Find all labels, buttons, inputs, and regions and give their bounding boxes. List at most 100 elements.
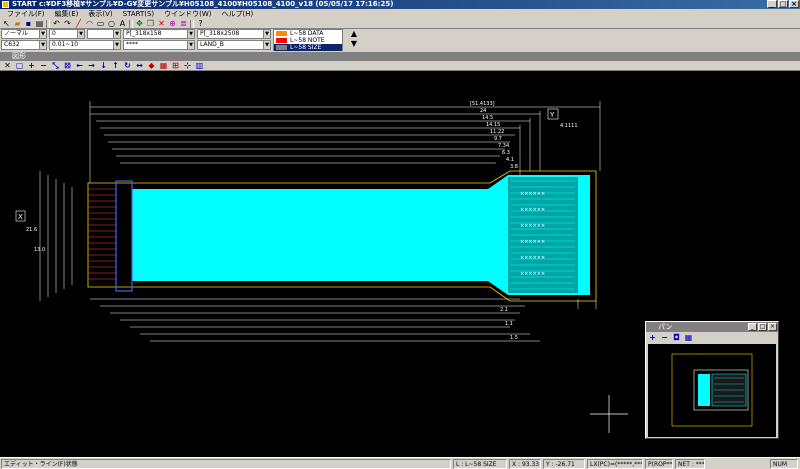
- maximize-button[interactable]: □: [778, 0, 788, 8]
- pan-grid-icon[interactable]: ▦: [684, 333, 693, 342]
- circle-icon[interactable]: ○: [107, 19, 116, 28]
- pan-zoom-out-icon[interactable]: −: [660, 333, 669, 342]
- pan-right-icon[interactable]: →: [87, 61, 96, 70]
- status-layer: L : L~58 SIZE: [453, 459, 507, 469]
- draw-toolbar: ✕ ▢ + − ⤡ ⊠ ← → ↓ ↑ ↻ ↔ ◆ ▦ ⊞ ⊹ ▥: [0, 61, 800, 71]
- dim-text: 4.1111: [560, 123, 578, 129]
- pan-window[interactable]: パン _ □ × + − ◘ ▦: [645, 321, 779, 439]
- pan-left-icon[interactable]: ←: [75, 61, 84, 70]
- scroll-down-icon[interactable]: ▼: [350, 39, 359, 48]
- undo-icon[interactable]: ↶: [52, 19, 61, 28]
- help-icon[interactable]: ?: [196, 19, 205, 28]
- menu-window[interactable]: ウインドウ(W): [159, 9, 216, 19]
- crosshair-cursor: [590, 395, 628, 433]
- pad-a-select[interactable]: P[_318x158 ▼: [123, 29, 195, 39]
- redraw-icon[interactable]: ↻: [123, 61, 132, 70]
- side-label-y: Y: [549, 111, 555, 119]
- pattern-select[interactable]: **** ▼: [123, 40, 195, 50]
- pan-up-icon[interactable]: ↑: [111, 61, 120, 70]
- measure-icon[interactable]: ↔: [135, 61, 144, 70]
- text-icon[interactable]: A: [118, 19, 127, 28]
- dim-text: 6.3: [502, 150, 510, 156]
- status-bar: エディット・ライン(F)状態 L : L~58 SIZE X : 93.33 Y…: [0, 457, 800, 469]
- dim-text: 21.6: [26, 227, 37, 233]
- pan-maximize-button[interactable]: □: [758, 323, 767, 331]
- left-pins: [88, 188, 116, 280]
- main-toolbar: ↖ ▰ ▪ ▤ ↶ ↷ ╱ ◠ ▭ ○ A ✥ ❐ ✕ ⊕ ≣ ?: [0, 19, 800, 29]
- rect-icon[interactable]: ▭: [96, 19, 105, 28]
- arc-icon[interactable]: ◠: [85, 19, 94, 28]
- left-connector: [115, 180, 133, 292]
- menu-start[interactable]: START(S): [118, 9, 160, 19]
- status-x: X : 93.33: [509, 459, 541, 469]
- pan-toolbar: + − ◘ ▦: [646, 332, 778, 342]
- open-icon[interactable]: ▰: [13, 19, 22, 28]
- pointer-icon[interactable]: ↖: [2, 19, 11, 28]
- zoom-in-icon[interactable]: +: [27, 61, 36, 70]
- svg-text:××××××: ××××××: [520, 255, 545, 261]
- zoom-window-icon[interactable]: ⤡: [51, 61, 60, 70]
- minimize-button[interactable]: _: [767, 0, 777, 8]
- dim-text: 14.15: [486, 122, 500, 128]
- layer-view-icon[interactable]: ▥: [195, 61, 204, 70]
- property-bar: ノーマル ▼ 0 ▼ ▼ P[_318x158 ▼ P[_318x2508 ▼ C632…: [0, 29, 800, 52]
- move-icon[interactable]: ✥: [135, 19, 144, 28]
- layer-list[interactable]: L~58 DATA L~58 NOTE L~58 SIZE: [273, 29, 343, 51]
- close-button[interactable]: ×: [789, 0, 799, 8]
- dim-text: 24: [480, 108, 486, 114]
- layer-scroll[interactable]: ▲ ▼: [346, 29, 360, 51]
- dim-text: 13.0: [34, 247, 45, 253]
- zoom-icon[interactable]: ⊕: [168, 19, 177, 28]
- menu-file[interactable]: ファイル(F): [2, 9, 50, 19]
- dim-text: 9.7: [494, 136, 502, 142]
- select-icon[interactable]: ▢: [15, 61, 24, 70]
- pan-view[interactable]: [648, 344, 776, 437]
- delete-icon[interactable]: ✕: [157, 19, 166, 28]
- zoom-out-icon[interactable]: −: [39, 61, 48, 70]
- status-y: Y : -26.71: [543, 459, 585, 469]
- pan-down-icon[interactable]: ↓: [99, 61, 108, 70]
- cancel-icon[interactable]: ✕: [3, 61, 12, 70]
- layer-item-selected[interactable]: L~58 SIZE: [274, 44, 342, 51]
- svg-text:××××××: ××××××: [520, 271, 545, 277]
- land-select[interactable]: LAND_B ▼: [197, 40, 271, 50]
- pan-window-title: パン _ □ ×: [646, 322, 778, 332]
- menu-help[interactable]: ヘルプ(H): [217, 9, 259, 19]
- dim-text: [51.4133]: [470, 101, 495, 107]
- origin-icon[interactable]: ⊹: [183, 61, 192, 70]
- pan-close-button[interactable]: ×: [768, 323, 777, 331]
- redo-icon[interactable]: ↷: [63, 19, 72, 28]
- num2-select[interactable]: ▼: [87, 29, 121, 39]
- save-icon[interactable]: ▪: [24, 19, 33, 28]
- snap-icon[interactable]: ◆: [147, 61, 156, 70]
- num1-select[interactable]: 0 ▼: [49, 29, 85, 39]
- pan-fit-icon[interactable]: ◘: [672, 333, 681, 342]
- line-icon[interactable]: ╱: [74, 19, 83, 28]
- menu-edit[interactable]: 編集(E): [50, 9, 84, 19]
- status-net: NET : ****: [675, 459, 705, 469]
- status-num: NUM: [770, 459, 798, 469]
- dim-text: 14.5: [482, 115, 493, 121]
- dim-text: 4.1: [506, 157, 514, 163]
- layer-code-select[interactable]: C632 ▼: [1, 40, 47, 50]
- print-icon[interactable]: ▤: [35, 19, 44, 28]
- pan-minimize-button[interactable]: _: [748, 323, 757, 331]
- mark-icon[interactable]: ⊞: [171, 61, 180, 70]
- layer-item[interactable]: L~58 NOTE: [274, 37, 342, 44]
- title-bar: START c:¥DF3移植¥サンプル¥D-G¥変更サンプル¥H05108_41…: [0, 0, 800, 9]
- grid-icon[interactable]: ▦: [159, 61, 168, 70]
- side-label-x: X: [18, 213, 23, 221]
- scroll-up-icon[interactable]: ▲: [350, 29, 359, 38]
- menu-bar: ファイル(F) 編集(E) 表示(V) START(S) ウインドウ(W) ヘル…: [0, 9, 800, 19]
- fit-icon[interactable]: ⊠: [63, 61, 72, 70]
- svg-text:××××××: ××××××: [520, 207, 545, 213]
- pad-b-select[interactable]: P[_318x2508 ▼: [197, 29, 271, 39]
- pan-zoom-in-icon[interactable]: +: [648, 333, 657, 342]
- layer-range-select[interactable]: 0.01~10 ▼: [49, 40, 121, 50]
- menu-view[interactable]: 表示(V): [83, 9, 117, 19]
- layer-icon[interactable]: ≣: [179, 19, 188, 28]
- svg-text:××××××: ××××××: [520, 191, 545, 197]
- mode-select[interactable]: ノーマル ▼: [1, 29, 47, 39]
- layer-item[interactable]: L~58 DATA: [274, 30, 342, 37]
- copy-icon[interactable]: ❐: [146, 19, 155, 28]
